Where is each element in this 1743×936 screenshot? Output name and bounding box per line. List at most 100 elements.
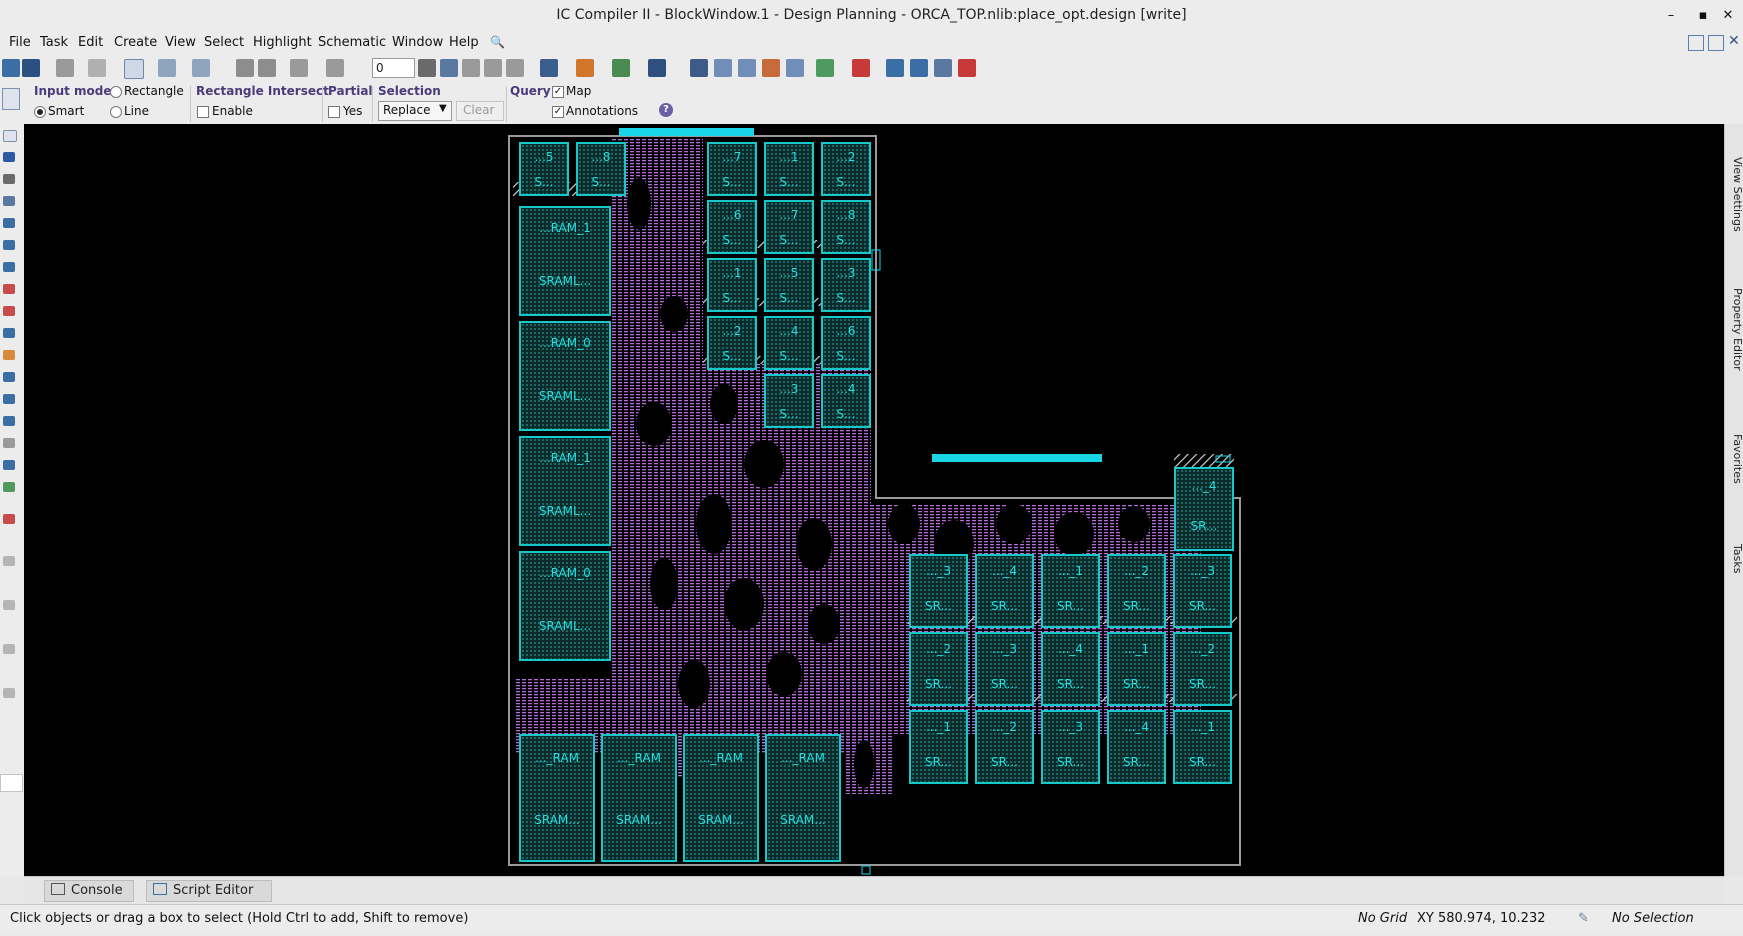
ruler-tool-icon[interactable]: [3, 328, 15, 338]
sram-macro-small[interactable]: ...2 S...: [707, 316, 757, 370]
connect-icon[interactable]: [816, 59, 834, 77]
net-tool-icon[interactable]: [3, 460, 15, 470]
layout-svg[interactable]: [24, 124, 1724, 876]
maximize-button[interactable]: ▪: [1693, 6, 1713, 26]
rectangle-radio[interactable]: [110, 86, 122, 98]
sram-macro-small[interactable]: ...1 S...: [707, 258, 757, 312]
sram-macro-right[interactable]: ..._2 SR...: [909, 632, 968, 706]
search-icon[interactable]: 🔍: [490, 35, 505, 49]
menu-view[interactable]: View: [165, 35, 196, 50]
check-icon[interactable]: [910, 59, 928, 77]
sram-macro-right[interactable]: ..._1 SR...: [1107, 632, 1166, 706]
delete-icon[interactable]: [88, 59, 106, 77]
remove-tool-icon[interactable]: [3, 514, 15, 524]
menu-highlight[interactable]: Highlight: [253, 35, 312, 50]
sram-macro-bottom[interactable]: ..._RAM SRAM...: [519, 734, 595, 862]
menu-help[interactable]: Help: [449, 35, 479, 50]
sram-macro-right[interactable]: ..._2 SR...: [975, 710, 1034, 784]
chart-icon[interactable]: [886, 59, 904, 77]
sram-macro-large[interactable]: ...RAM_0 SRAML...: [519, 321, 611, 431]
menu-task[interactable]: Task: [40, 35, 68, 50]
sram-macro-right[interactable]: ..._4 SR...: [1174, 467, 1234, 551]
sram-macro-bottom[interactable]: ..._RAM SRAM...: [683, 734, 759, 862]
enable-checkbox[interactable]: [197, 106, 209, 118]
console-tab[interactable]: Console ✕: [44, 880, 134, 918]
edit-icon[interactable]: [56, 59, 74, 77]
minimize-button[interactable]: –: [1661, 6, 1681, 26]
layout-icon[interactable]: [762, 59, 780, 77]
sram-macro-right[interactable]: ..._3 SR...: [1041, 710, 1100, 784]
dock-icon[interactable]: [1688, 35, 1704, 51]
circle-tool-icon[interactable]: [3, 152, 15, 162]
sram-macro-small[interactable]: ...3 S...: [764, 374, 814, 428]
icv-icon[interactable]: [958, 59, 976, 77]
restore-icon[interactable]: [1708, 35, 1724, 51]
tree-icon[interactable]: [612, 59, 630, 77]
sram-macro-bottom[interactable]: ..._RAM SRAM...: [765, 734, 841, 862]
snap-icon[interactable]: [124, 59, 144, 79]
sram-macro-right[interactable]: ..._4 SR...: [1107, 710, 1166, 784]
flow-icon[interactable]: [576, 59, 594, 77]
measure-tool-icon[interactable]: [3, 350, 15, 360]
partial-yes-checkbox[interactable]: [328, 106, 340, 118]
menu-select[interactable]: Select: [204, 35, 244, 50]
align3-icon[interactable]: [506, 59, 524, 77]
annotations-checkbox[interactable]: ✓: [552, 106, 564, 118]
pin-tool-icon[interactable]: [3, 482, 15, 492]
sram-macro-large[interactable]: ...RAM_1 SRAML...: [519, 436, 611, 546]
menu-window[interactable]: Window: [392, 35, 443, 50]
sram-macro-right[interactable]: ..._4 SR...: [1041, 632, 1100, 706]
zoom-out-icon[interactable]: [258, 59, 276, 77]
property-editor-tab[interactable]: Property Editor: [1725, 274, 1743, 384]
align2-icon[interactable]: [484, 59, 502, 77]
sram-macro-large[interactable]: ...RAM_1 SRAML...: [519, 206, 611, 316]
cell-icon[interactable]: [786, 59, 804, 77]
sram-macro-right[interactable]: ..._1 SR...: [1041, 554, 1100, 628]
grid-icon[interactable]: [714, 59, 732, 77]
zoom-tool-icon[interactable]: [3, 174, 15, 184]
resize-tool-icon[interactable]: [3, 240, 15, 250]
route2-icon[interactable]: [192, 59, 210, 77]
layout-canvas[interactable]: ...5 S... ...8 S... ...7 S... ...1 S... ...2 S...…: [24, 124, 1724, 876]
save-icon[interactable]: [22, 59, 40, 77]
menu-edit[interactable]: Edit: [78, 35, 103, 50]
redo-icon[interactable]: [326, 59, 344, 77]
sram-macro-small[interactable]: ...7 S...: [707, 142, 757, 196]
menu-schematic[interactable]: Schematic: [318, 35, 386, 50]
sram-macro-large[interactable]: ...RAM_0 SRAML...: [519, 551, 611, 661]
zoom-in-icon[interactable]: [236, 59, 254, 77]
sram-macro-right[interactable]: ..._1 SR...: [909, 710, 968, 784]
close-panel-icon[interactable]: ✕: [1728, 33, 1740, 49]
align-icon[interactable]: [462, 59, 480, 77]
sram-macro-small[interactable]: ...5 S...: [764, 258, 814, 312]
tasks-tab[interactable]: Tasks: [1725, 534, 1743, 584]
hierarchy-icon[interactable]: [738, 59, 756, 77]
sram-macro-right[interactable]: ..._3 SR...: [909, 554, 968, 628]
group-tool-icon[interactable]: [3, 394, 15, 404]
select-tool-icon[interactable]: [3, 130, 17, 142]
sram-macro-small[interactable]: ...2 S...: [821, 142, 871, 196]
sram-macro-small[interactable]: ...6 S...: [707, 200, 757, 254]
map-checkbox[interactable]: ✓: [552, 86, 564, 98]
sram-macro-right[interactable]: ..._2 SR...: [1173, 632, 1232, 706]
move-tool-icon[interactable]: [3, 218, 15, 228]
sram-macro-small[interactable]: ...8 S...: [821, 200, 871, 254]
sram-macro-small[interactable]: ...6 S...: [821, 316, 871, 370]
pointer-tool-icon[interactable]: [2, 88, 20, 110]
route-icon[interactable]: [158, 59, 176, 77]
align-tool-icon[interactable]: [3, 262, 15, 272]
comment-icon[interactable]: [540, 59, 558, 77]
list-icon[interactable]: [934, 59, 952, 77]
layer-tool-icon[interactable]: [3, 372, 15, 382]
pan-tool-icon[interactable]: [3, 196, 15, 206]
cut-tool-icon[interactable]: [3, 306, 15, 316]
cursor-icon[interactable]: [418, 59, 436, 77]
smart-radio[interactable]: [34, 106, 46, 118]
arrow-icon[interactable]: [690, 59, 708, 77]
sram-macro-right[interactable]: ..._2 SR...: [1107, 554, 1166, 628]
sram-macro-right[interactable]: ..._3 SR...: [975, 632, 1034, 706]
tool-input[interactable]: [0, 774, 23, 792]
sram-macro-right[interactable]: ..._1 SR...: [1173, 710, 1232, 784]
close-button[interactable]: ✕: [1718, 6, 1738, 26]
sram-macro-small[interactable]: ...8 S...: [576, 142, 626, 196]
